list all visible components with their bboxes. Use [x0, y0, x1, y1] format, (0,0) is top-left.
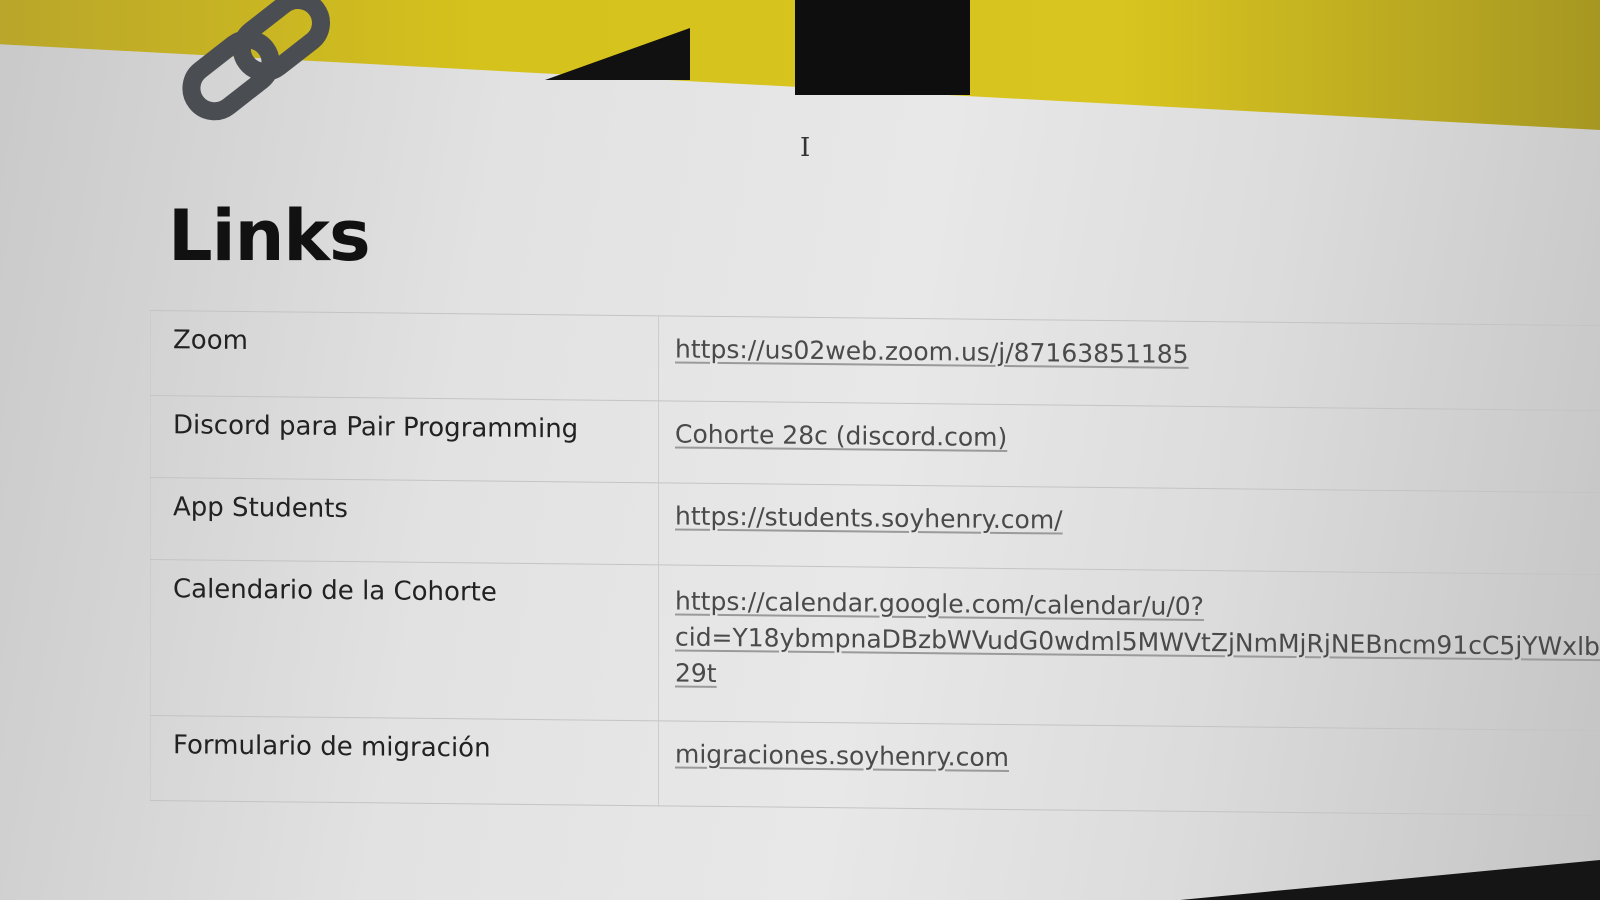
zoom-link[interactable]: https://us02web.zoom.us/j/87163851185: [675, 334, 1189, 368]
table-cell-name[interactable]: App Students: [150, 477, 659, 565]
table-cell-url[interactable]: https://us02web.zoom.us/j/87163851185: [658, 315, 1600, 411]
notion-page: I Links Zoom https://us02web.zoom.us/j/8…: [0, 0, 1600, 900]
calendar-link[interactable]: https://calendar.google.com/calendar/u/0…: [675, 586, 1204, 621]
migration-form-link[interactable]: migraciones.soyhenry.com: [675, 739, 1009, 771]
page-title[interactable]: Links: [168, 195, 371, 277]
table-row: App Students https://students.soyhenry.c…: [150, 477, 1600, 575]
table-cell-url[interactable]: Cohorte 28c (discord.com): [658, 400, 1600, 493]
monitor-bezel: [1180, 860, 1600, 900]
calendar-link[interactable]: 29t: [675, 658, 717, 687]
table-row: Calendario de la Cohorte https://calenda…: [150, 559, 1600, 731]
table-row: Formulario de migración migraciones.soyh…: [150, 715, 1600, 816]
table-cell-url[interactable]: https://students.soyhenry.com/: [658, 482, 1600, 575]
table-cell-name[interactable]: Formulario de migración: [150, 715, 659, 806]
links-table: Zoom https://us02web.zoom.us/j/871638511…: [150, 310, 1600, 816]
table-cell-url[interactable]: migraciones.soyhenry.com: [658, 720, 1600, 816]
table-cell-name[interactable]: Discord para Pair Programming: [150, 395, 659, 483]
text-cursor-icon: I: [800, 133, 811, 163]
table-row: Zoom https://us02web.zoom.us/j/871638511…: [150, 310, 1600, 411]
table-cell-url[interactable]: https://calendar.google.com/calendar/u/0…: [658, 564, 1600, 731]
discord-link[interactable]: Cohorte 28c (discord.com): [675, 419, 1007, 451]
students-app-link[interactable]: https://students.soyhenry.com/: [675, 501, 1063, 534]
table-cell-name[interactable]: Calendario de la Cohorte: [150, 559, 659, 721]
cover-shape: [795, 0, 970, 95]
table-cell-name[interactable]: Zoom: [150, 310, 659, 401]
table-row: Discord para Pair Programming Cohorte 28…: [150, 395, 1600, 493]
cover-shape: [545, 28, 690, 80]
link-icon[interactable]: [170, 0, 345, 130]
